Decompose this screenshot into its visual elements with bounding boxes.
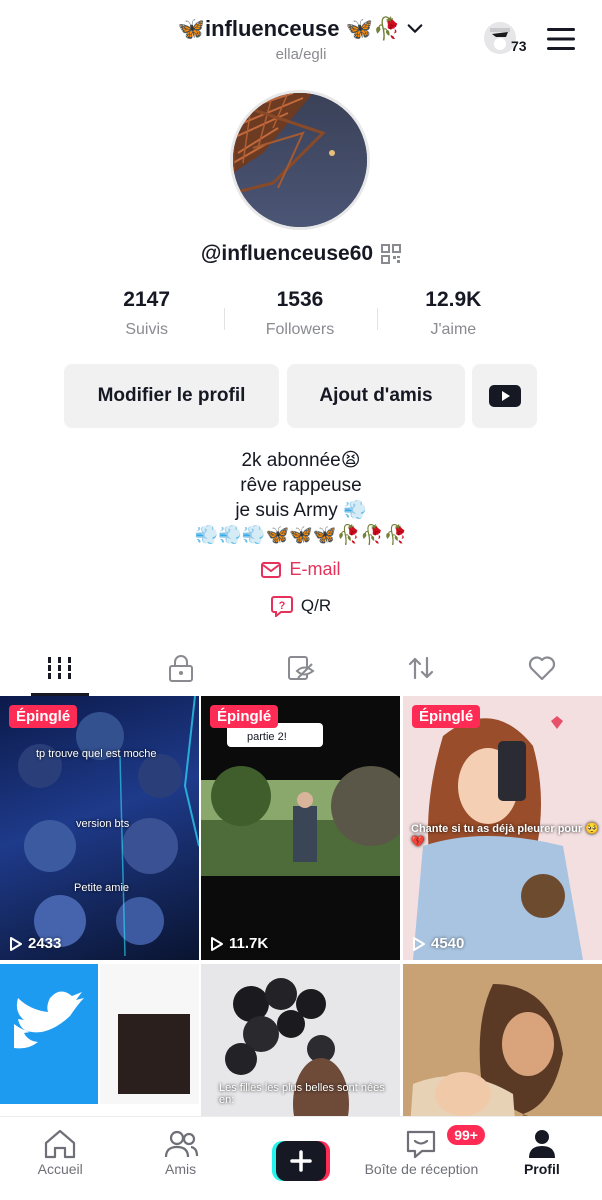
grid-icon bbox=[48, 657, 72, 679]
followers-count: 1536 bbox=[276, 288, 324, 311]
email-link[interactable]: E-mail bbox=[0, 559, 602, 580]
stat-following[interactable]: 2147 Suivis bbox=[70, 288, 223, 348]
qa-label: Q/R bbox=[300, 596, 332, 615]
nav-friends[interactable]: Amis bbox=[120, 1117, 240, 1200]
email-label: E-mail bbox=[289, 559, 341, 579]
profile-stats: 2147 Suivis 1536 Followers 12.9K J'aime bbox=[70, 288, 530, 348]
view-count: 2433 bbox=[9, 935, 61, 952]
qa-link[interactable]: ? Q/R bbox=[0, 595, 602, 617]
video-thumbnail[interactable]: tp trouve quel est moche version bts Pet… bbox=[0, 696, 199, 960]
viewer-count: 73 bbox=[511, 38, 527, 54]
qr-code-icon[interactable] bbox=[381, 244, 402, 264]
eye-off-icon bbox=[287, 656, 315, 680]
svg-text:?: ? bbox=[279, 600, 286, 612]
profile-avatar[interactable] bbox=[230, 90, 370, 230]
tab-reposts[interactable] bbox=[361, 640, 481, 696]
bio-line: rêve rappeuse bbox=[240, 475, 362, 496]
likes-label: J'aime bbox=[430, 321, 477, 338]
video-caption: Petite amie bbox=[74, 882, 130, 894]
profile-bio: 2k abonnée😫 rêve rappeuse je suis Army 💨… bbox=[0, 448, 602, 548]
nav-profile[interactable]: Profil bbox=[482, 1117, 602, 1200]
pinned-badge: Épinglé bbox=[9, 705, 78, 728]
stat-followers[interactable]: 1536 Followers bbox=[223, 288, 376, 348]
video-caption: version bts bbox=[76, 818, 130, 830]
account-title: 🦋influenceuse 🦋🥀 bbox=[177, 16, 401, 41]
nav-inbox[interactable]: Boîte de réception 99+ bbox=[361, 1117, 487, 1200]
youtube-button[interactable] bbox=[472, 364, 537, 428]
play-icon bbox=[211, 936, 223, 951]
bio-line: je suis Army 💨 bbox=[235, 500, 367, 521]
following-count: 2147 bbox=[123, 288, 171, 311]
create-button[interactable] bbox=[272, 1141, 331, 1181]
add-friends-button[interactable]: Ajout d'amis bbox=[287, 364, 465, 428]
tab-videos[interactable] bbox=[0, 640, 120, 696]
add-friends-label: Ajout d'amis bbox=[319, 385, 433, 406]
content-tabs bbox=[0, 640, 602, 696]
tab-liked[interactable] bbox=[482, 640, 602, 696]
video-caption: Chante si tu as déjà pleurer pour 🥺💔 bbox=[411, 823, 599, 848]
profile-icon bbox=[528, 1130, 555, 1158]
view-count-label: 11.7K bbox=[229, 935, 269, 952]
stat-divider bbox=[377, 308, 378, 330]
edit-profile-label: Modifier le profil bbox=[97, 385, 246, 406]
lock-icon bbox=[168, 655, 193, 682]
nav-create[interactable] bbox=[241, 1117, 361, 1200]
play-icon bbox=[413, 936, 425, 951]
chevron-down-icon bbox=[408, 24, 423, 33]
view-count-label: 2433 bbox=[28, 935, 62, 952]
nav-home[interactable]: Accueil bbox=[0, 1117, 120, 1200]
followers-label: Followers bbox=[265, 321, 335, 338]
nav-inbox-label: Boîte de réception bbox=[364, 1161, 479, 1177]
friends-icon bbox=[164, 1130, 198, 1158]
bio-line: 💨💨💨🦋🦋🦋🥀🥀🥀 bbox=[194, 525, 408, 546]
nav-friends-label: Amis bbox=[165, 1161, 197, 1177]
view-count-label: 4540 bbox=[431, 935, 465, 952]
mail-icon bbox=[261, 561, 282, 578]
tab-hidden[interactable] bbox=[241, 640, 361, 696]
bottom-navigation: Accueil Amis Boîte de réception 99+ Prof… bbox=[0, 1116, 602, 1200]
view-count: 11.7K bbox=[210, 935, 268, 952]
view-count: 4540 bbox=[412, 935, 464, 952]
stat-likes[interactable]: 12.9K J'aime bbox=[377, 288, 530, 348]
likes-count: 12.9K bbox=[425, 288, 482, 311]
stat-divider bbox=[224, 308, 225, 330]
video-caption: Les filles les plus belles sont nées en: bbox=[219, 1082, 385, 1106]
pinned-badge: Épinglé bbox=[412, 705, 481, 728]
username: @influenceuse60 bbox=[200, 242, 374, 265]
username-row: @influenceuse60 bbox=[0, 242, 602, 266]
nav-home-label: Accueil bbox=[37, 1161, 83, 1177]
home-icon bbox=[45, 1129, 76, 1159]
video-caption: partie 2! bbox=[247, 731, 287, 743]
heart-icon bbox=[528, 656, 555, 681]
menu-icon[interactable] bbox=[546, 26, 576, 52]
repost-icon bbox=[409, 656, 434, 680]
plus-icon bbox=[272, 1141, 331, 1181]
nav-profile-label: Profil bbox=[523, 1161, 560, 1177]
profile-header: 🦋influenceuse 🦋🥀 ella/egli 73 bbox=[0, 0, 602, 78]
question-bubble-icon: ? bbox=[270, 596, 293, 617]
video-thumbnail[interactable]: Chante si tu as déjà pleurer pour 🥺💔 Épi… bbox=[403, 696, 602, 960]
following-label: Suivis bbox=[125, 321, 168, 338]
inbox-icon bbox=[407, 1130, 436, 1159]
edit-profile-button[interactable]: Modifier le profil bbox=[64, 364, 279, 428]
video-thumbnail[interactable]: partie 2! Épinglé 11.7K bbox=[201, 696, 400, 960]
bio-line: 2k abonnée😫 bbox=[241, 450, 361, 471]
play-icon bbox=[10, 936, 22, 951]
youtube-icon bbox=[488, 385, 521, 407]
video-caption: tp trouve quel est moche bbox=[36, 748, 157, 760]
tab-private[interactable] bbox=[120, 640, 240, 696]
profile-viewers-button[interactable]: 73 bbox=[484, 22, 530, 56]
pinned-badge: Épinglé bbox=[210, 705, 279, 728]
